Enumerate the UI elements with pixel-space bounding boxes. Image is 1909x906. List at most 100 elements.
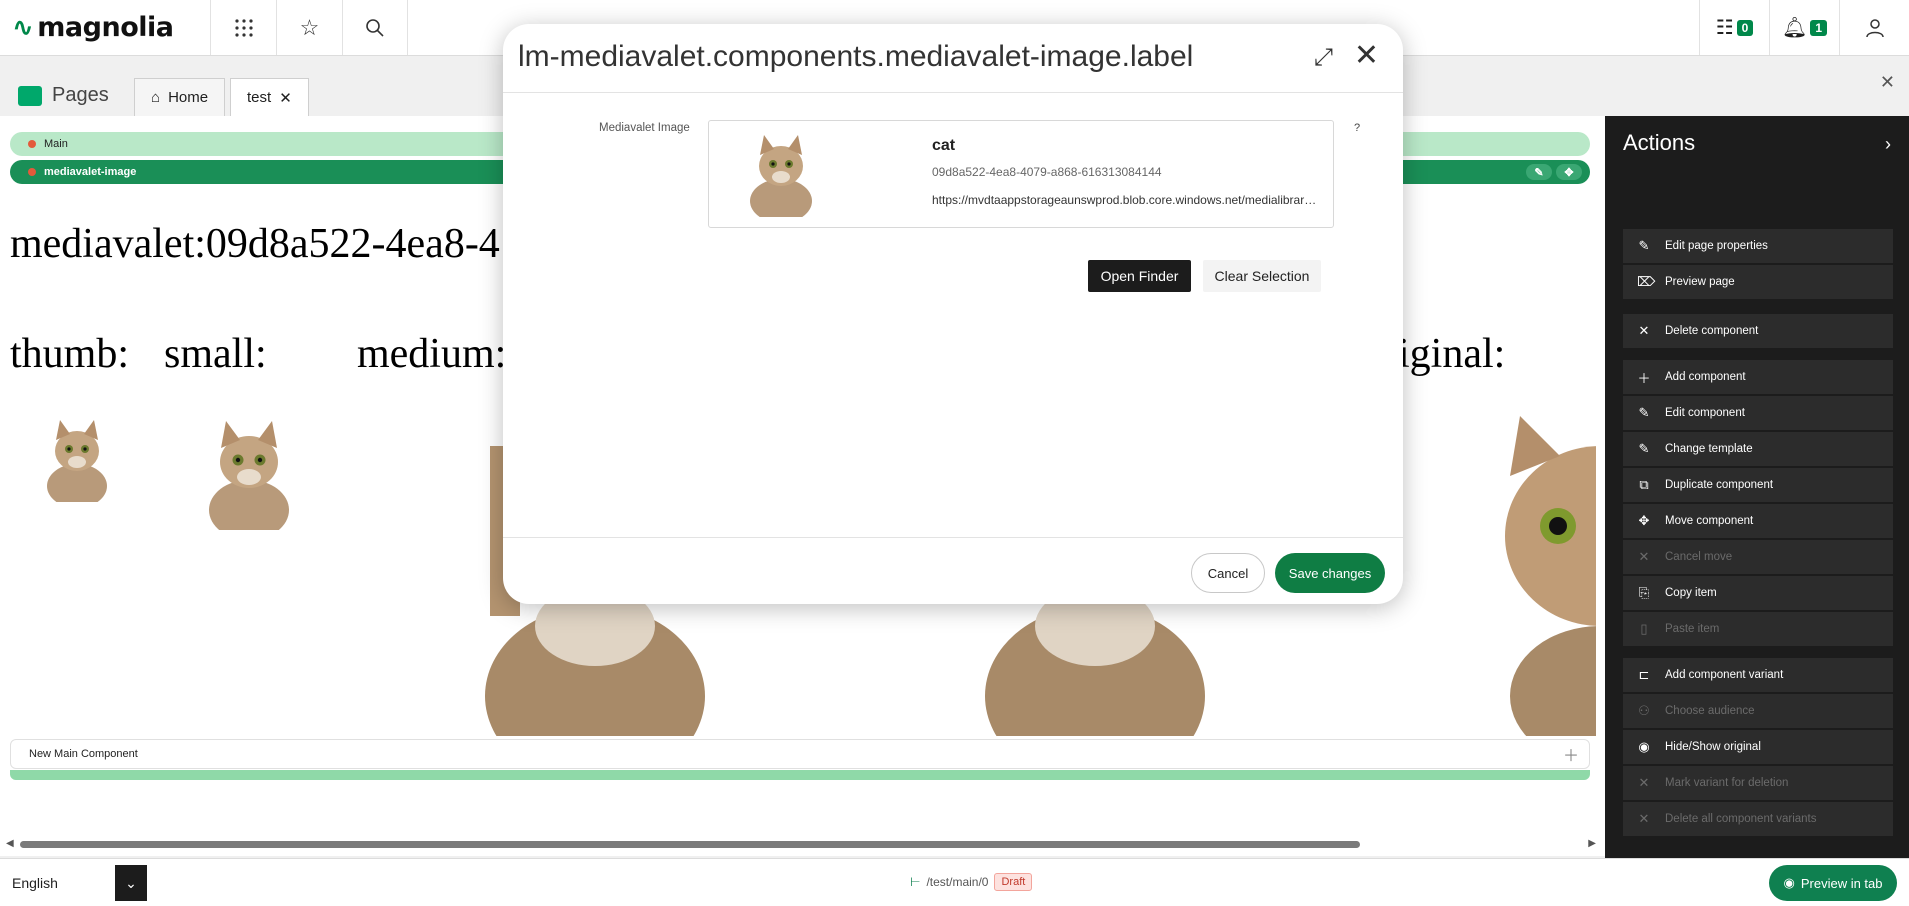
action-edit-page-properties[interactable]: ✎ Edit page properties: [1623, 229, 1893, 263]
component-label: mediavalet-image: [44, 166, 137, 178]
main-area-end-strip: [10, 770, 1590, 780]
language-dropdown-chevron-icon[interactable]: ⌄: [115, 865, 147, 901]
action-label: Mark variant for deletion: [1665, 777, 1789, 789]
action-group-component: ＋ Add component ✎ Edit component ✎ Change t…: [1623, 360, 1893, 648]
action-edit-component[interactable]: ✎ Edit component: [1623, 396, 1893, 430]
eye-icon: ◉: [1638, 739, 1650, 754]
action-change-template[interactable]: ✎ Change template: [1623, 432, 1893, 466]
cat-small-image: [208, 416, 290, 530]
tab-home-label: Home: [168, 89, 209, 106]
move-icon: ✥: [1638, 513, 1650, 528]
scrollbar-thumb[interactable]: [20, 841, 1360, 848]
horizontal-scrollbar[interactable]: ◀ ▶: [6, 838, 1596, 850]
action-label: Add component variant: [1665, 669, 1784, 681]
action-hide-show-original[interactable]: ◉ Hide/Show original: [1623, 730, 1893, 764]
status-footer: English ⌄ ⊢ /test/main/0 Draft ◉ Preview…: [0, 858, 1909, 906]
user-menu-button[interactable]: [1839, 0, 1909, 55]
scroll-right-icon[interactable]: ▶: [1588, 838, 1596, 849]
close-dialog-icon[interactable]: ✕: [1354, 38, 1379, 73]
medium-label: medium:: [357, 331, 507, 377]
expand-dialog-icon[interactable]: ⤢: [1314, 44, 1333, 72]
tab-test-label: test: [247, 89, 272, 106]
new-main-component-bar[interactable]: New Main Component ＋: [10, 739, 1590, 769]
logo-mark-icon: ∿: [12, 12, 34, 43]
app-title-text: Pages: [52, 84, 109, 106]
help-icon[interactable]: ?: [1354, 122, 1360, 134]
small-label: small:: [164, 331, 267, 377]
clear-selection-button[interactable]: Clear Selection: [1203, 260, 1321, 292]
path-text: /test/main/0: [926, 875, 989, 889]
move-component-icon[interactable]: ✥: [1556, 164, 1582, 180]
action-label: Move component: [1665, 515, 1754, 527]
action-add-component-variant[interactable]: ⊏ Add component variant: [1623, 658, 1893, 692]
actions-panel: Actions › ✎ Edit page properties ⌦ Preview…: [1605, 116, 1909, 858]
tree-path-icon: ⊢: [910, 875, 921, 889]
main-area-label: Main: [44, 138, 68, 150]
tab-test[interactable]: test ✕: [230, 78, 309, 116]
asset-title: cat: [932, 137, 956, 154]
preview-in-tab-button[interactable]: ◉ Preview in tab: [1769, 865, 1897, 901]
app-title: Pages: [18, 84, 109, 107]
action-label: Paste item: [1665, 623, 1720, 635]
open-finder-button[interactable]: Open Finder: [1088, 260, 1191, 292]
notifications-button[interactable]: 🔔︎ 1: [1769, 0, 1839, 55]
pencil-icon: ✎: [1638, 405, 1650, 420]
cancel-button[interactable]: Cancel: [1191, 553, 1265, 593]
language-selector-value[interactable]: English: [12, 875, 58, 891]
cat-thumb-image: [46, 416, 108, 502]
close-app-icon[interactable]: ✕: [1880, 72, 1895, 93]
magnolia-logo[interactable]: ∿ magnolia: [0, 0, 210, 55]
audience-icon: ⚇: [1638, 703, 1650, 718]
copy-icon: ⎘: [1638, 585, 1650, 600]
home-icon: ⌂: [151, 89, 161, 106]
field-label: Mediavalet Image: [599, 122, 690, 134]
action-label: Edit page properties: [1665, 240, 1768, 252]
action-preview-page[interactable]: ⌦ Preview page: [1623, 265, 1893, 299]
action-move-component[interactable]: ✥ Move component: [1623, 504, 1893, 538]
collapse-actions-chevron-icon[interactable]: ›: [1885, 134, 1891, 155]
action-delete-all-variants: ✕ Delete all component variants: [1623, 802, 1893, 836]
action-copy-item[interactable]: ⎘ Copy item: [1623, 576, 1893, 610]
favorites-star-icon[interactable]: ☆: [276, 0, 342, 55]
plus-icon: ＋: [1637, 370, 1651, 386]
notifications-count-badge: 1: [1810, 19, 1828, 36]
close-icon: ✕: [1638, 323, 1650, 338]
close-icon: ✕: [1638, 549, 1650, 564]
tasks-button[interactable]: ☷ 0: [1699, 0, 1769, 55]
action-group-page: ✎ Edit page properties ⌦ Preview page: [1623, 229, 1893, 301]
variant-icon: ⊏: [1638, 667, 1650, 682]
edit-component-icon[interactable]: ✎: [1526, 164, 1552, 180]
tab-close-icon[interactable]: ✕: [279, 89, 292, 107]
status-dot-icon: [28, 168, 36, 176]
action-label: Choose audience: [1665, 705, 1755, 717]
action-label: Duplicate component: [1665, 479, 1774, 491]
action-mark-variant-for-deletion: ✕ Mark variant for deletion: [1623, 766, 1893, 800]
status-badge: Draft: [994, 873, 1033, 891]
asset-id: 09d8a522-4ea8-4079-a868-616313084144: [932, 165, 1162, 179]
action-label: Delete component: [1665, 325, 1759, 337]
app-launcher-icon[interactable]: [210, 0, 276, 55]
action-delete-component[interactable]: ✕ Delete component: [1623, 314, 1893, 348]
tab-home[interactable]: ⌂ Home: [134, 78, 226, 116]
action-group-variants: ⊏ Add component variant ⚇ Choose audience …: [1623, 658, 1893, 838]
close-icon: ✕: [1638, 811, 1650, 826]
action-label: Add component: [1665, 371, 1746, 383]
scroll-left-icon[interactable]: ◀: [6, 838, 14, 849]
tag-icon: ⌦: [1637, 274, 1656, 289]
logo-text: magnolia: [37, 12, 174, 43]
dialog-footer-divider: [503, 537, 1403, 538]
cat-original-image: [1490, 416, 1596, 736]
add-component-plus-icon[interactable]: ＋: [1563, 742, 1579, 766]
paste-icon: ▯: [1640, 621, 1648, 636]
pencil-icon: ✎: [1638, 441, 1650, 456]
component-path: ⊢ /test/main/0 Draft: [910, 873, 1033, 891]
edit-component-dialog: lm-mediavalet.components.mediavalet-imag…: [503, 24, 1403, 604]
save-changes-button[interactable]: Save changes: [1275, 553, 1385, 593]
new-component-label: New Main Component: [29, 748, 138, 760]
action-add-component[interactable]: ＋ Add component: [1623, 360, 1893, 394]
action-duplicate-component[interactable]: ⧉ Duplicate component: [1623, 468, 1893, 502]
user-icon: [1865, 18, 1884, 37]
search-icon[interactable]: [342, 0, 408, 55]
bell-icon: 🔔︎: [1781, 17, 1808, 39]
asset-url: https://mvdtaappstorageaunswprod.blob.co…: [932, 193, 1322, 207]
